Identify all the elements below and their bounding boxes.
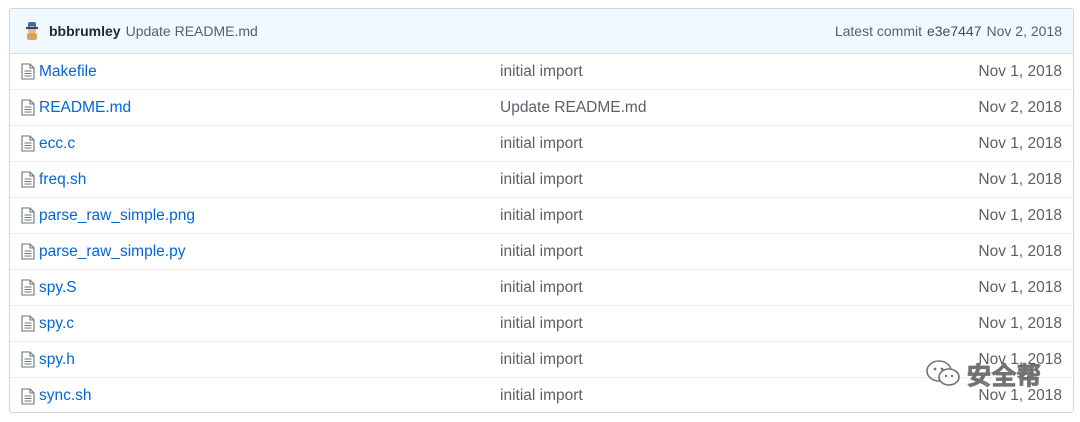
file-name-link[interactable]: freq.sh [39, 171, 500, 189]
file-row[interactable]: spy.h initial import Nov 1, 2018 [10, 342, 1073, 378]
watermark: 安全帮 [925, 356, 1042, 391]
file-commit-message-link[interactable]: initial import [500, 387, 900, 405]
watermark-text: 安全帮 [967, 362, 1042, 391]
file-commit-message-link[interactable]: initial import [500, 351, 900, 369]
file-list: Makefile initial import Nov 1, 2018 README.… [10, 54, 1073, 412]
file-commit-message-link[interactable]: initial import [500, 243, 900, 261]
file-row[interactable]: ecc.c initial import Nov 1, 2018 [10, 126, 1073, 162]
file-icon [21, 315, 35, 332]
file-row[interactable]: README.md Update README.md Nov 2, 2018 [10, 90, 1073, 126]
file-date: Nov 2, 2018 [978, 98, 1062, 116]
file-icon [21, 207, 35, 224]
file-date: Nov 1, 2018 [978, 242, 1062, 260]
file-date: Nov 1, 2018 [978, 206, 1062, 224]
file-date: Nov 1, 2018 [978, 278, 1062, 296]
file-name-link[interactable]: parse_raw_simple.png [39, 207, 500, 225]
file-name-link[interactable]: ecc.c [39, 135, 500, 153]
file-commit-message-link[interactable]: initial import [500, 207, 900, 225]
commit-message-link[interactable]: Update README.md [126, 23, 258, 39]
file-date: Nov 1, 2018 [978, 314, 1062, 332]
file-row[interactable]: sync.sh initial import Nov 1, 2018 [10, 378, 1073, 412]
file-name-link[interactable]: parse_raw_simple.py [39, 243, 500, 261]
commit-date: Nov 2, 2018 [986, 23, 1063, 39]
avatar-icon [26, 22, 38, 40]
file-name-link[interactable]: Makefile [39, 63, 500, 81]
file-date: Nov 1, 2018 [978, 170, 1062, 188]
file-icon [21, 279, 35, 296]
file-row[interactable]: freq.sh initial import Nov 1, 2018 [10, 162, 1073, 198]
file-date: Nov 1, 2018 [978, 62, 1062, 80]
file-commit-message-link[interactable]: initial import [500, 171, 900, 189]
file-icon [21, 351, 35, 368]
file-icon [21, 135, 35, 152]
file-icon [21, 387, 35, 405]
file-icon [21, 63, 35, 80]
commit-author-link[interactable]: bbbrumley [49, 23, 121, 39]
file-name-link[interactable]: spy.h [39, 351, 500, 369]
latest-commit-label: Latest commit [834, 23, 922, 39]
file-row[interactable]: parse_raw_simple.py initial import Nov 1, … [10, 234, 1073, 270]
file-icon [21, 171, 35, 188]
file-commit-message-link[interactable]: initial import [500, 63, 900, 81]
file-name-link[interactable]: spy.c [39, 315, 500, 333]
commit-sha-link[interactable]: e3e7447 [927, 23, 982, 39]
file-browser: bbbrumley Update README.md Latest commit… [9, 8, 1074, 413]
file-name-link[interactable]: spy.S [39, 279, 500, 297]
file-icon [21, 243, 35, 260]
commit-meta: Latest commit e3e7447 Nov 2, 2018 [835, 23, 1062, 39]
file-row[interactable]: spy.S initial import Nov 1, 2018 [10, 270, 1073, 306]
file-row[interactable]: Makefile initial import Nov 1, 2018 [10, 54, 1073, 90]
file-commit-message-link[interactable]: initial import [500, 135, 900, 153]
wechat-icon [926, 359, 960, 386]
latest-commit-bar: bbbrumley Update README.md Latest commit… [10, 9, 1073, 54]
file-date: Nov 1, 2018 [978, 134, 1062, 152]
file-commit-message-link[interactable]: initial import [500, 279, 900, 297]
author-avatar[interactable] [22, 21, 42, 41]
file-row[interactable]: spy.c initial import Nov 1, 2018 [10, 306, 1073, 342]
file-commit-message-link[interactable]: initial import [500, 315, 900, 333]
file-icon [21, 99, 35, 116]
file-commit-message-link[interactable]: Update README.md [500, 99, 900, 117]
file-name-link[interactable]: sync.sh [39, 387, 500, 405]
file-name-link[interactable]: README.md [39, 99, 500, 117]
file-row[interactable]: parse_raw_simple.png initial import Nov 1,… [10, 198, 1073, 234]
